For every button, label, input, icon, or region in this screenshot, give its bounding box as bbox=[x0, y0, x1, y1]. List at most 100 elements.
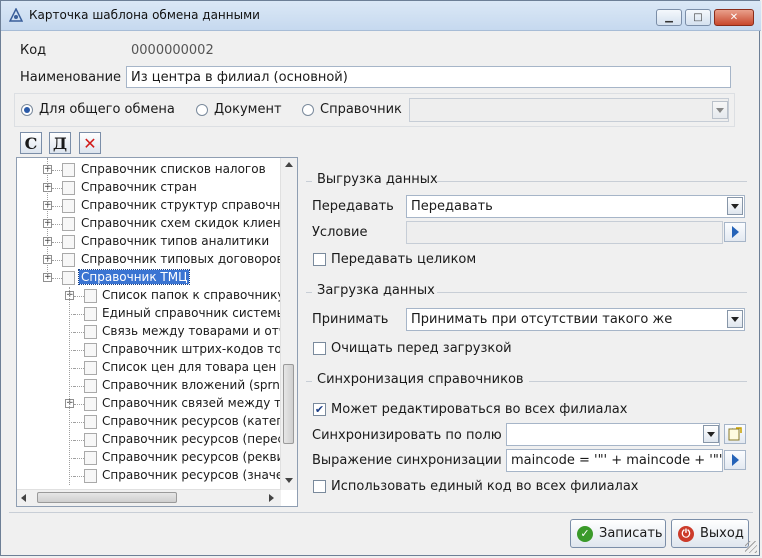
accept-select[interactable]: Принимать при отсутствии такого же bbox=[406, 308, 745, 331]
tree-delete-button[interactable]: ✕ bbox=[79, 132, 101, 154]
sync-field-dropdown-arrow-icon[interactable] bbox=[703, 425, 719, 443]
tree-connector bbox=[69, 422, 84, 423]
radio-general-exchange[interactable] bbox=[21, 104, 33, 116]
tree-node[interactable]: +Список папок к справочнику структур bbox=[17, 287, 297, 305]
tree-node[interactable]: Справочник ресурсов (категории) bbox=[17, 413, 297, 431]
document-icon bbox=[84, 379, 97, 393]
tree-connector bbox=[74, 404, 84, 405]
tree-node-label: Справочник штрих-кодов товаров bbox=[102, 342, 298, 356]
tree-node[interactable]: + Справочник схем скидок клиентам bbox=[17, 215, 297, 233]
tree-node-label: Список папок к справочнику структур bbox=[102, 288, 297, 302]
tree-connector bbox=[52, 242, 62, 243]
tree-node-label: Справочник вложений (sprnninsr) bbox=[102, 378, 298, 392]
export-group-line bbox=[437, 181, 747, 182]
footer-divider bbox=[9, 512, 753, 513]
exit-button[interactable]: ⏻ Выход bbox=[671, 519, 749, 548]
reference-select-arrow-icon[interactable] bbox=[712, 101, 728, 119]
tree-create-button[interactable]: С bbox=[20, 132, 42, 154]
checkmark-circle-icon: ✓ bbox=[577, 525, 593, 542]
tree-node[interactable]: Справочник ресурсов (значения) bbox=[17, 467, 297, 485]
tree-node[interactable]: Справочник ресурсов (реквизиты) bbox=[17, 449, 297, 467]
sync-expression-go-arrow-icon[interactable] bbox=[724, 450, 746, 470]
tree-node-label: Справочник ресурсов (реквизиты) bbox=[102, 450, 298, 464]
sync-group-line bbox=[529, 381, 747, 382]
tree-node[interactable]: Справочник вложений (sprnninsr) bbox=[17, 377, 297, 395]
transfer-select[interactable]: Передавать bbox=[406, 195, 745, 218]
scroll-up-icon[interactable] bbox=[285, 162, 293, 167]
sync-field-select[interactable] bbox=[506, 423, 720, 446]
tree-node[interactable]: Список цен для товара цен может bbox=[17, 359, 297, 377]
radio-document[interactable] bbox=[196, 104, 208, 116]
tree-connector bbox=[69, 368, 84, 369]
tree-node[interactable]: + Справочник типовых договоров bbox=[17, 251, 284, 269]
tree-node[interactable]: Связь между товарами и отчетными bbox=[17, 323, 297, 341]
resize-grip-icon[interactable] bbox=[745, 541, 757, 553]
tree-node[interactable]: Справочник штрих-кодов товаров bbox=[17, 341, 297, 359]
delete-x-icon: ✕ bbox=[83, 133, 97, 153]
sync-expression-input[interactable]: maincode = '"' + maincode + '"' bbox=[506, 449, 723, 472]
tree-duplicate-button[interactable]: Д bbox=[49, 132, 71, 154]
tree-node-label: Справочник связей между товарами bbox=[102, 396, 297, 410]
scroll-left-icon[interactable] bbox=[21, 494, 26, 502]
sync-expression-text: maincode = '"' + maincode + '"' bbox=[511, 453, 723, 468]
sync-group-line-left bbox=[306, 381, 312, 382]
close-button[interactable]: ✕ bbox=[714, 9, 754, 26]
maximize-button[interactable]: □ bbox=[685, 9, 711, 26]
tree-node[interactable]: + Справочник списков налогов bbox=[17, 161, 283, 179]
radio-reference[interactable] bbox=[302, 104, 314, 116]
tree-horizontal-scrollbar[interactable] bbox=[17, 489, 281, 506]
tree-connector bbox=[69, 476, 84, 477]
tree-node-label: Справочник типовых договоров bbox=[81, 252, 284, 266]
save-button[interactable]: ✓ Записать bbox=[570, 519, 666, 548]
document-icon bbox=[62, 199, 75, 213]
radio-document-label: Документ bbox=[214, 102, 282, 117]
radio-reference-label: Справочник bbox=[320, 102, 402, 117]
transfer-select-text: Передавать bbox=[411, 199, 493, 214]
clear-before-import-checkbox[interactable] bbox=[313, 342, 326, 355]
document-icon bbox=[62, 181, 75, 195]
name-input[interactable]: Из центра в филиал (основной) bbox=[126, 66, 731, 88]
tree-node[interactable]: +Справочник связей между товарами bbox=[17, 395, 297, 413]
condition-label: Условие bbox=[312, 225, 368, 240]
editable-everywhere-checkbox[interactable]: ✔ bbox=[313, 403, 326, 416]
export-group-line-left bbox=[306, 181, 312, 182]
transfer-label: Передавать bbox=[312, 199, 394, 214]
transfer-whole-checkbox[interactable] bbox=[313, 253, 326, 266]
tree-hscroll-thumb[interactable] bbox=[37, 492, 177, 503]
radio-general-exchange-label: Для общего обмена bbox=[39, 102, 175, 117]
tree-connector bbox=[69, 314, 84, 315]
tree-node-label: Справочник ресурсов (пересчет) bbox=[102, 432, 298, 446]
name-label: Наименование bbox=[20, 70, 122, 85]
condition-go-arrow-icon[interactable] bbox=[724, 222, 746, 242]
scroll-right-icon[interactable] bbox=[269, 494, 274, 502]
tree-node[interactable]: + Справочник типов аналитики bbox=[17, 233, 283, 251]
document-icon bbox=[62, 217, 75, 231]
condition-input[interactable] bbox=[406, 221, 723, 244]
tree-node[interactable]: Единый справочник системы (sprnsi) bbox=[17, 305, 297, 323]
document-icon bbox=[84, 451, 97, 465]
exit-button-label: Выход bbox=[700, 526, 744, 541]
maximize-icon: □ bbox=[693, 12, 703, 23]
accept-dropdown-arrow-icon[interactable] bbox=[727, 310, 743, 328]
single-code-checkbox[interactable] bbox=[313, 480, 326, 493]
reference-tree[interactable]: + Справочник списков налогов + Справочник с… bbox=[16, 157, 298, 507]
tree-node-label: Справочник ТМЦ bbox=[77, 269, 191, 285]
tree-node[interactable]: + Справочник стран bbox=[17, 179, 283, 197]
tree-node[interactable]: + Справочник структур справочников bbox=[17, 197, 297, 215]
sync-field-add-button[interactable] bbox=[724, 424, 746, 444]
tree-vscroll-thumb[interactable] bbox=[283, 364, 294, 444]
scroll-down-icon[interactable] bbox=[285, 478, 293, 483]
tree-node-label: Справочник структур справочников bbox=[81, 198, 298, 212]
tree-connector bbox=[52, 224, 62, 225]
transfer-dropdown-arrow-icon[interactable] bbox=[727, 197, 743, 215]
minimize-button[interactable]: ▁ bbox=[656, 9, 682, 26]
tree-node-label: Единый справочник системы (sprnsi) bbox=[102, 306, 297, 320]
document-icon bbox=[84, 343, 97, 357]
tree-node-label: Связь между товарами и отчетными bbox=[102, 324, 297, 338]
title-bar: Карточка шаблона обмена данными ▁ □ ✕ bbox=[1, 1, 761, 31]
document-icon bbox=[84, 361, 97, 375]
tree-node[interactable]: + Справочник ТМЦ bbox=[17, 269, 283, 287]
reference-select[interactable] bbox=[409, 98, 729, 122]
tree-vertical-scrollbar[interactable] bbox=[280, 158, 297, 490]
tree-node[interactable]: Справочник ресурсов (пересчет) bbox=[17, 431, 297, 449]
